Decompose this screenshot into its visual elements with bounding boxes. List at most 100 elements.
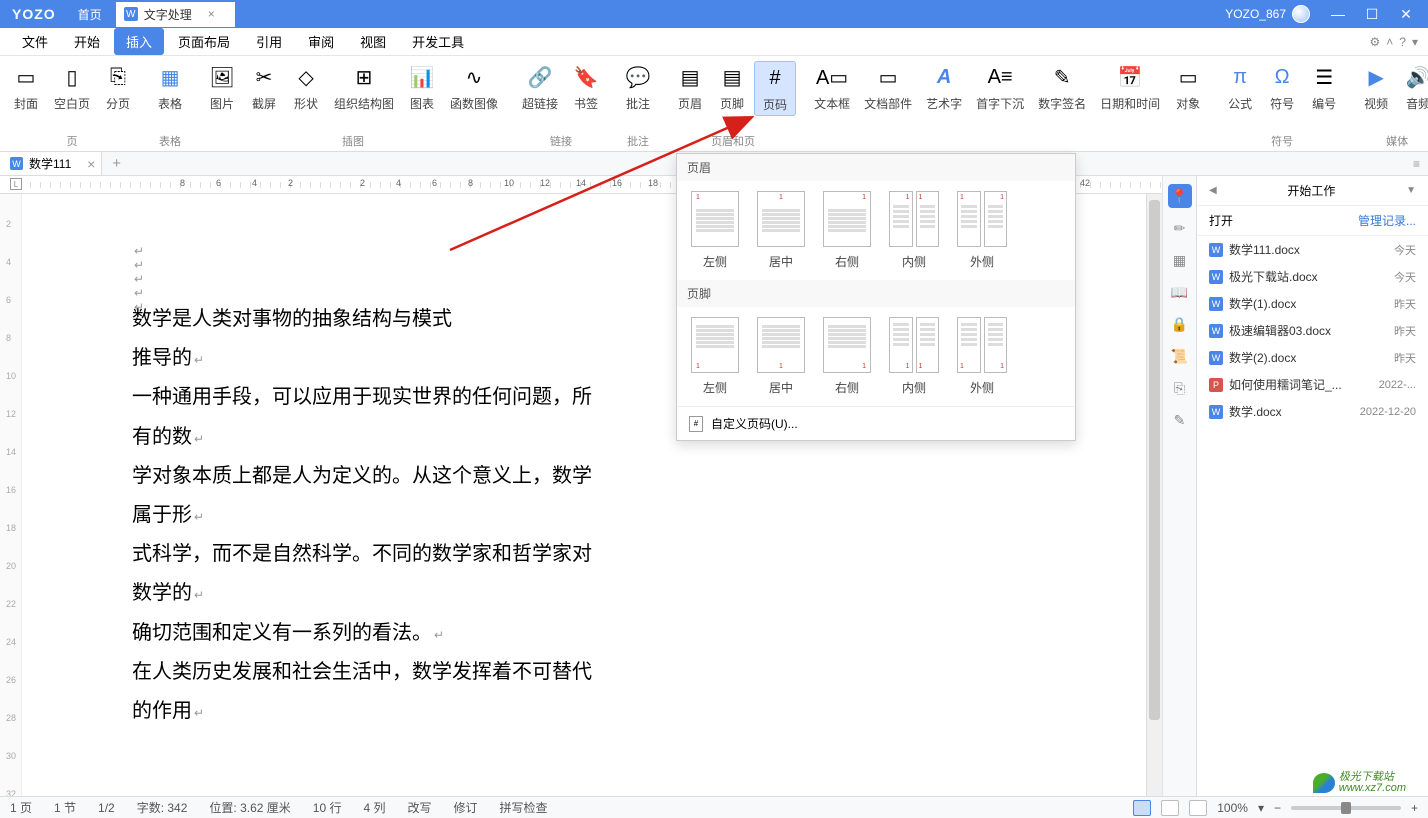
chart-button[interactable]: 📊图表 bbox=[402, 61, 442, 114]
custom-page-number-option[interactable]: # 自定义页码(U)... bbox=[677, 406, 1075, 440]
text-line[interactable]: 属于形 bbox=[132, 496, 1036, 535]
pagenum-option-footer-0[interactable]: 1左侧 bbox=[691, 317, 739, 396]
status-position[interactable]: 位置: 3.62 厘米 bbox=[209, 799, 290, 816]
side-book-icon[interactable]: 📖 bbox=[1168, 280, 1192, 304]
recent-file-row[interactable]: P如何使用糯词笔记_...2022-... bbox=[1197, 371, 1428, 398]
dropcap-button[interactable]: A≡首字下沉 bbox=[970, 61, 1030, 114]
menu-dev[interactable]: 开发工具 bbox=[400, 28, 476, 55]
side-scroll-icon[interactable]: 📜 bbox=[1168, 344, 1192, 368]
menu-layout[interactable]: 页面布局 bbox=[166, 28, 242, 55]
header-button[interactable]: ▤页眉 bbox=[670, 61, 710, 116]
page-break-button[interactable]: ⎘分页 bbox=[98, 61, 138, 114]
object-button[interactable]: ▭对象 bbox=[1168, 61, 1208, 114]
signature-button[interactable]: ✎数字签名 bbox=[1032, 61, 1092, 114]
zoom-slider[interactable] bbox=[1291, 806, 1401, 810]
side-pencil-icon[interactable]: ✏ bbox=[1168, 216, 1192, 240]
recent-file-row[interactable]: W数学(2).docx昨天 bbox=[1197, 344, 1428, 371]
status-section[interactable]: 1 节 bbox=[54, 799, 76, 816]
status-pages[interactable]: 1/2 bbox=[98, 801, 115, 815]
recent-file-row[interactable]: W数学(1).docx昨天 bbox=[1197, 290, 1428, 317]
doc-tab[interactable]: W 数学111 × bbox=[0, 152, 102, 175]
menu-reference[interactable]: 引用 bbox=[244, 28, 294, 55]
recent-file-row[interactable]: W极速编辑器03.docx昨天 bbox=[1197, 317, 1428, 344]
footer-button[interactable]: ▤页脚 bbox=[712, 61, 752, 116]
vertical-scrollbar[interactable] bbox=[1146, 194, 1162, 796]
status-col[interactable]: 4 列 bbox=[363, 799, 385, 816]
page-number-button[interactable]: #页码 bbox=[754, 61, 796, 116]
video-button[interactable]: ▶视频 bbox=[1356, 61, 1396, 114]
status-overtype[interactable]: 改写 bbox=[407, 799, 431, 816]
datetime-button[interactable]: 📅日期和时间 bbox=[1094, 61, 1166, 114]
ribbon-menu-icon[interactable]: ▾ bbox=[1412, 35, 1418, 49]
bookmark-button[interactable]: 🔖书签 bbox=[566, 61, 606, 114]
menu-file[interactable]: 文件 bbox=[10, 28, 60, 55]
numbering-button[interactable]: ☰编号 bbox=[1304, 61, 1344, 114]
manage-records-link[interactable]: 管理记录... bbox=[1358, 212, 1416, 229]
close-button[interactable]: ✕ bbox=[1392, 4, 1420, 24]
status-words[interactable]: 字数: 342 bbox=[137, 799, 188, 816]
zoom-in-button[interactable]: + bbox=[1411, 801, 1418, 815]
orgchart-button[interactable]: ⊞组织结构图 bbox=[328, 61, 400, 114]
ribbon-help-icon[interactable]: ⚙ bbox=[1370, 35, 1381, 49]
zoom-thumb[interactable] bbox=[1341, 802, 1351, 814]
ribbon-collapse-icon[interactable]: ˄ bbox=[1386, 35, 1393, 49]
pagenum-option-header-4[interactable]: 11外侧 bbox=[957, 191, 1007, 270]
text-line[interactable]: 在人类历史发展和社会生活中，数学发挥着不可替代 bbox=[132, 653, 1036, 692]
text-line[interactable]: 的作用 bbox=[132, 692, 1036, 731]
screenshot-button[interactable]: ✂截屏 bbox=[244, 61, 284, 114]
textbox-button[interactable]: A▭文本框 bbox=[808, 61, 856, 114]
status-revise[interactable]: 修订 bbox=[454, 799, 478, 816]
tab-list-icon[interactable]: ≡ bbox=[1413, 157, 1428, 171]
text-line[interactable]: 确切范围和定义有一系列的看法。 bbox=[132, 614, 1036, 653]
zoom-label[interactable]: 100% bbox=[1217, 801, 1248, 815]
status-spell[interactable]: 拼写检查 bbox=[500, 799, 548, 816]
pagenum-option-footer-1[interactable]: 1居中 bbox=[757, 317, 805, 396]
symbol-button[interactable]: Ω符号 bbox=[1262, 61, 1302, 114]
cover-button[interactable]: ▭封面 bbox=[6, 61, 46, 114]
minimize-button[interactable]: — bbox=[1324, 4, 1352, 24]
pagenum-option-header-2[interactable]: 1右侧 bbox=[823, 191, 871, 270]
menu-view[interactable]: 视图 bbox=[348, 28, 398, 55]
menu-start[interactable]: 开始 bbox=[62, 28, 112, 55]
view-print-layout-button[interactable] bbox=[1133, 800, 1151, 816]
picture-button[interactable]: 🖼图片 bbox=[202, 61, 242, 114]
pagenum-option-footer-3[interactable]: 11内侧 bbox=[889, 317, 939, 396]
text-line[interactable]: 学对象本质上都是人为定义的。从这个意义上，数学 bbox=[132, 457, 1036, 496]
view-web-button[interactable] bbox=[1161, 800, 1179, 816]
tab-app-active[interactable]: W 文字处理 × bbox=[116, 2, 235, 27]
table-button[interactable]: ▦表格 bbox=[150, 61, 190, 114]
side-layout-icon[interactable]: ▦ bbox=[1168, 248, 1192, 272]
function-graph-button[interactable]: ∿函数图像 bbox=[444, 61, 504, 114]
ruler-vertical[interactable]: 2468101214161820222426283032 bbox=[0, 194, 22, 796]
view-outline-button[interactable] bbox=[1189, 800, 1207, 816]
user-area[interactable]: YOZO_867 bbox=[1217, 5, 1318, 23]
pagenum-option-header-3[interactable]: 11内侧 bbox=[889, 191, 939, 270]
pagenum-option-header-0[interactable]: 1左侧 bbox=[691, 191, 739, 270]
pagenum-option-footer-2[interactable]: 1右侧 bbox=[823, 317, 871, 396]
pagenum-option-header-1[interactable]: 1居中 bbox=[757, 191, 805, 270]
pagenum-option-footer-4[interactable]: 11外侧 bbox=[957, 317, 1007, 396]
close-icon[interactable]: × bbox=[87, 156, 95, 172]
comment-button[interactable]: 💬批注 bbox=[618, 61, 658, 114]
side-edit-icon[interactable]: ✎ bbox=[1168, 408, 1192, 432]
status-row[interactable]: 10 行 bbox=[313, 799, 342, 816]
text-line[interactable]: 式科学，而不是自然科学。不同的数学家和哲学家对 bbox=[132, 535, 1036, 574]
chevron-down-icon[interactable]: ▼ bbox=[1406, 185, 1416, 196]
hyperlink-button[interactable]: 🔗超链接 bbox=[516, 61, 564, 114]
side-location-icon[interactable]: 📍 bbox=[1168, 184, 1192, 208]
shape-button[interactable]: ◇形状 bbox=[286, 61, 326, 114]
equation-button[interactable]: π公式 bbox=[1220, 61, 1260, 114]
maximize-button[interactable]: ☐ bbox=[1358, 4, 1386, 24]
status-page[interactable]: 1 页 bbox=[10, 799, 32, 816]
side-lock-icon[interactable]: 🔒 bbox=[1168, 312, 1192, 336]
audio-button[interactable]: 🔊音频 bbox=[1398, 61, 1428, 114]
menu-review[interactable]: 审阅 bbox=[296, 28, 346, 55]
blank-page-button[interactable]: ▯空白页 bbox=[48, 61, 96, 114]
text-line[interactable]: 数学的 bbox=[132, 574, 1036, 613]
scroll-thumb[interactable] bbox=[1149, 200, 1160, 720]
recent-file-row[interactable]: W数学.docx2022-12-20 bbox=[1197, 398, 1428, 425]
chevron-left-icon[interactable]: ◀ bbox=[1209, 185, 1217, 196]
ruler-corner-icon[interactable]: L bbox=[10, 178, 22, 190]
doc-parts-button[interactable]: ▭文档部件 bbox=[858, 61, 918, 114]
menu-insert[interactable]: 插入 bbox=[114, 28, 164, 55]
